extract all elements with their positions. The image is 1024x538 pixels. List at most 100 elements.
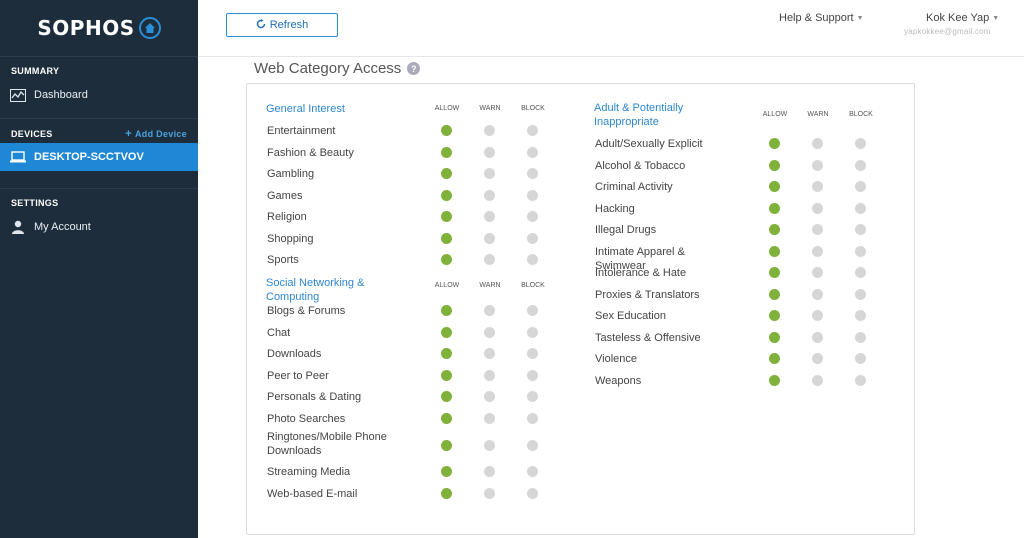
warn-radio[interactable] [484,412,495,424]
warn-radio[interactable] [484,466,495,477]
sidebar-item-device[interactable]: DESKTOP-SCCTVOV [0,143,198,171]
warn-radio[interactable] [484,487,495,499]
category-label: Adult/Sexually Explicit [595,138,703,150]
warn-radio[interactable] [812,202,823,214]
allow-radio[interactable] [441,487,452,499]
warn-radio[interactable] [812,331,823,343]
warn-radio[interactable] [812,181,823,192]
warn-radio[interactable] [484,348,495,359]
allow-radio[interactable] [441,466,452,477]
block-radio[interactable] [855,245,866,257]
sidebar-item-dashboard[interactable]: Dashboard [0,80,198,110]
allow-radio[interactable] [769,202,780,214]
block-radio[interactable] [527,189,538,201]
block-radio[interactable] [527,412,538,424]
allow-radio[interactable] [769,138,780,149]
block-radio[interactable] [855,331,866,343]
warn-radio[interactable] [812,288,823,300]
block-radio[interactable] [527,348,538,359]
block-radio[interactable] [527,211,538,222]
warn-radio[interactable] [812,374,823,386]
warn-radio[interactable] [484,305,495,316]
allow-radio[interactable] [769,159,780,171]
allow-radio[interactable] [769,267,780,278]
warn-radio[interactable] [484,254,495,265]
allow-radio[interactable] [769,374,780,386]
block-radio[interactable] [527,466,538,477]
warn-radio[interactable] [484,326,495,338]
allow-radio[interactable] [441,348,452,359]
block-radio[interactable] [527,146,538,158]
warn-radio[interactable] [484,189,495,201]
allow-radio[interactable] [441,189,452,201]
block-radio[interactable] [527,168,538,179]
block-radio[interactable] [527,391,538,402]
sidebar-item-my-account[interactable]: My Account [0,212,198,242]
warn-radio[interactable] [812,159,823,171]
allow-radio[interactable] [441,305,452,316]
chevron-down-icon: ▼ [856,14,864,22]
refresh-button[interactable]: Refresh [226,13,338,37]
warn-radio[interactable] [812,310,823,321]
warn-radio[interactable] [484,168,495,179]
allow-radio[interactable] [769,353,780,364]
allow-radio[interactable] [441,326,452,338]
allow-radio[interactable] [441,211,452,222]
warn-radio[interactable] [484,125,495,136]
warn-radio[interactable] [812,138,823,149]
warn-radio[interactable] [484,211,495,222]
add-device-button[interactable]: + Add Device [125,128,187,140]
block-radio[interactable] [855,202,866,214]
allow-radio[interactable] [769,310,780,321]
allow-radio[interactable] [441,412,452,424]
warn-radio[interactable] [484,146,495,158]
allow-radio[interactable] [769,288,780,300]
warn-radio[interactable] [484,391,495,402]
help-support-menu[interactable]: Help & Support ▼ [779,12,864,24]
block-radio[interactable] [527,369,538,381]
block-radio[interactable] [855,159,866,171]
block-radio[interactable] [855,353,866,364]
allow-radio[interactable] [441,125,452,136]
allow-radio[interactable] [769,245,780,257]
block-radio[interactable] [527,125,538,136]
warn-radio[interactable] [484,369,495,381]
block-radio[interactable] [527,440,538,451]
block-radio[interactable] [855,310,866,321]
block-radio[interactable] [855,181,866,192]
warn-radio[interactable] [812,353,823,364]
allow-radio[interactable] [441,146,452,158]
block-radio[interactable] [855,374,866,386]
warn-radio[interactable] [812,267,823,278]
block-radio[interactable] [855,288,866,300]
block-radio[interactable] [855,267,866,278]
category-label: Games [267,189,303,202]
warn-radio[interactable] [812,245,823,257]
warn-radio[interactable] [484,232,495,244]
allow-radio[interactable] [769,224,780,235]
block-radio[interactable] [855,138,866,149]
block-radio[interactable] [527,305,538,316]
block-radio[interactable] [527,487,538,499]
warn-radio[interactable] [812,224,823,235]
allow-radio[interactable] [441,369,452,381]
allow-radio[interactable] [769,331,780,343]
category-label: Criminal Activity [595,181,673,193]
category-row: Sex Education [594,306,894,328]
question-icon[interactable]: ? [407,62,421,75]
allow-radio[interactable] [441,232,452,244]
allow-radio[interactable] [769,181,780,192]
block-radio[interactable] [527,326,538,338]
allow-radio[interactable] [441,254,452,265]
warn-radio[interactable] [484,440,495,451]
category-row: Downloads [266,344,566,366]
user-menu[interactable]: Kok Kee Yap ▼ [926,12,999,24]
allow-radio[interactable] [441,168,452,179]
logo[interactable]: SOPHOS [0,0,198,57]
allow-radio[interactable] [441,391,452,402]
block-radio[interactable] [527,254,538,265]
block-radio[interactable] [855,224,866,235]
block-radio[interactable] [527,232,538,244]
allow-radio[interactable] [441,440,452,451]
category-label: Tasteless & Offensive [595,331,701,344]
